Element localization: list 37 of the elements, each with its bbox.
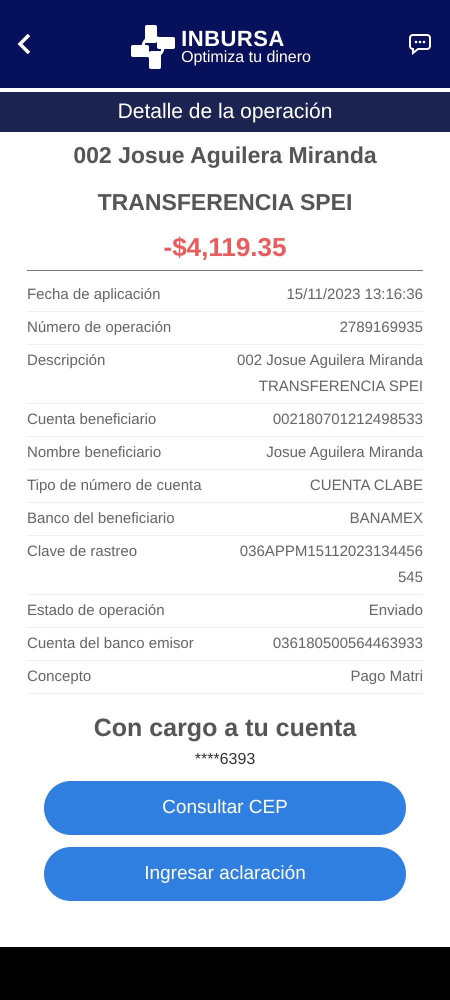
detail-value: Josue Aguilera Miranda (266, 444, 423, 461)
charge-title: Con cargo a tu cuenta (94, 714, 356, 743)
detail-label: Concepto (27, 668, 92, 685)
account-number: ****6393 (194, 751, 256, 769)
detail-value: 545 (398, 569, 423, 586)
detail-label: Descripción (27, 352, 106, 371)
detail-label: Nombre beneficiario (27, 444, 162, 461)
detail-value: 002 Josue Aguilera Miranda (237, 352, 423, 369)
back-icon (16, 32, 32, 56)
detail-value: 002180701212498533 (272, 411, 423, 428)
detail-label: Tipo de número de cuenta (27, 477, 202, 494)
amount: -$4,119.35 (164, 230, 286, 264)
detail-value: 036180500564463933 (272, 635, 423, 652)
brand-tagline: Optimiza tu dinero (181, 50, 311, 67)
action-button[interactable]: Ingresar aclaración (44, 847, 406, 901)
detail-label: Cuenta beneficiario (27, 411, 156, 428)
logo-icon (129, 23, 178, 71)
detail-value: Enviado (368, 602, 423, 619)
summary-title: 002 Josue Aguilera Miranda (73, 141, 377, 170)
detail-label: Fecha de aplicación (27, 286, 160, 303)
brand-name: INBURSA (181, 27, 285, 50)
detail-label: Cuenta del banco emisor (27, 635, 194, 652)
detail-label: Clave de rastreo (27, 543, 138, 562)
detail-value: 15/11/2023 13:16:36 (286, 286, 423, 303)
chat-icon (408, 32, 432, 56)
detail-value: 036APPM15112023134456 (240, 543, 423, 560)
section-title: Detalle de la operación (0, 92, 450, 132)
detail-value: BANAMEX (350, 510, 423, 527)
action-button[interactable]: Consultar CEP (44, 781, 406, 835)
detail-value: 2789169935 (340, 319, 423, 336)
summary-title: TRANSFERENCIA SPEI (98, 188, 352, 217)
detail-label: Banco del beneficiario (27, 510, 175, 527)
detail-label: Estado de operación (27, 602, 165, 619)
detail-value: Pago Matri (350, 668, 423, 685)
detail-value: CUENTA CLABE (310, 477, 423, 494)
detail-value: TRANSFERENCIA SPEI (258, 378, 423, 395)
detail-label: Número de operación (27, 319, 172, 336)
